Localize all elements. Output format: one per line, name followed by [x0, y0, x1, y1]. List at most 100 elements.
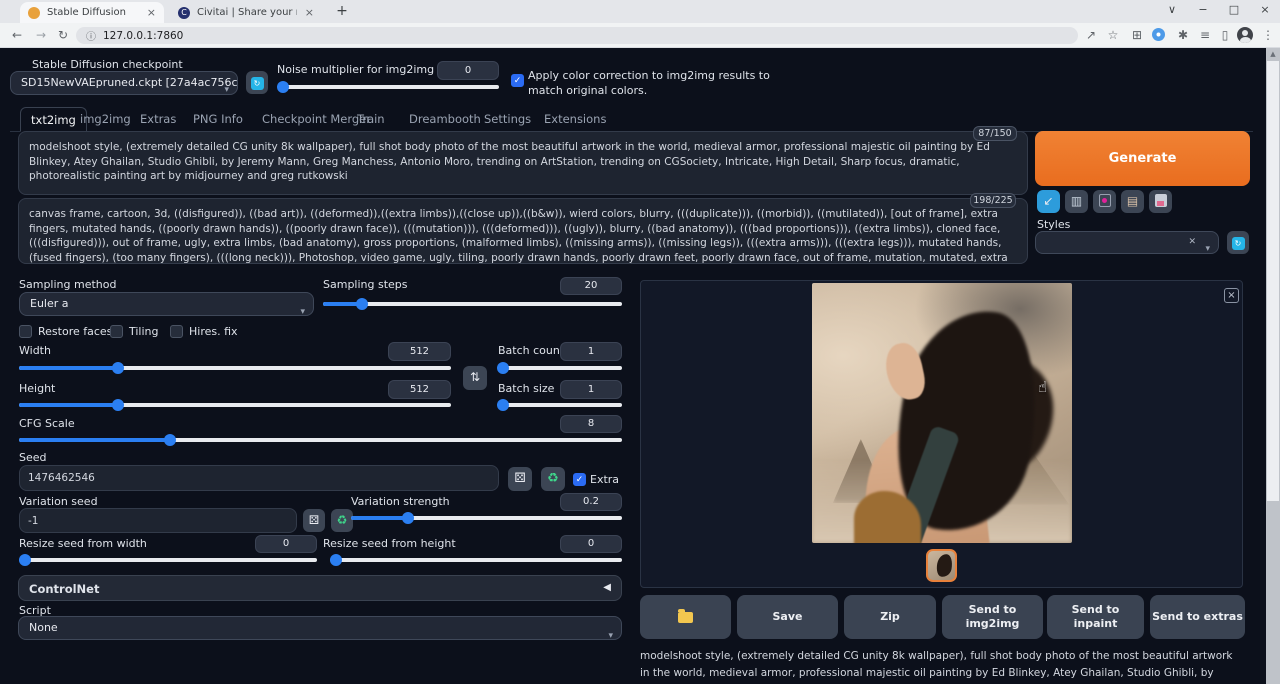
batch-count-slider[interactable] — [498, 361, 622, 375]
reuse-seed-button[interactable]: ♻ — [541, 467, 565, 491]
hires-fix-checkbox[interactable] — [170, 325, 183, 338]
browser-tab-stable-diffusion[interactable]: Stable Diffusion × — [20, 2, 164, 23]
width-value[interactable]: 512 — [388, 342, 451, 361]
browser-tab-civitai[interactable]: C Civitai | Share your models × — [170, 2, 322, 23]
negative-prompt-token-counter: 198/225 — [970, 193, 1016, 208]
apply-styles-button[interactable]: ▤ — [1121, 190, 1144, 213]
reload-icon[interactable]: ↻ — [54, 26, 72, 44]
resize-seed-height-slider[interactable] — [330, 553, 622, 567]
sampling-method-label: Sampling method — [19, 278, 116, 291]
close-preview-button[interactable]: × — [1224, 288, 1239, 303]
batch-size-value[interactable]: 1 — [560, 380, 622, 399]
url-bar[interactable]: ⓘ 127.0.0.1:7860 — [76, 27, 1078, 44]
sampling-method-value: Euler a — [30, 297, 69, 310]
window-chevron-icon[interactable]: ∨ — [1163, 3, 1181, 16]
checkpoint-dropdown[interactable]: SD15NewVAEpruned.ckpt [27a4ac756c] ▾ — [10, 71, 238, 95]
batch-count-value[interactable]: 1 — [560, 342, 622, 361]
send-to-extras-button[interactable]: Send to extras — [1150, 595, 1245, 639]
cfg-scale-value[interactable]: 8 — [560, 415, 622, 433]
clear-prompt-button[interactable]: ▥ — [1065, 190, 1088, 213]
sampling-steps-value[interactable]: 20 — [560, 277, 622, 295]
reuse-variation-seed-button[interactable]: ♻ — [331, 509, 353, 532]
gallery-thumbnail[interactable] — [926, 549, 957, 582]
swap-width-height-button[interactable]: ⇅ — [463, 366, 487, 390]
generation-info-text: modelshoot style, (extremely detailed CG… — [640, 648, 1242, 684]
window-close-button[interactable]: × — [1256, 3, 1274, 16]
styles-dropdown[interactable]: ✕ ▾ — [1035, 231, 1219, 254]
page-scrollbar[interactable]: ▲ — [1266, 48, 1280, 684]
controlnet-accordion[interactable]: ControlNet ◀ — [18, 575, 622, 601]
sampling-method-dropdown[interactable]: Euler a ▾ — [19, 292, 314, 316]
scrollbar-up-icon[interactable]: ▲ — [1266, 48, 1280, 60]
sampling-steps-slider[interactable] — [323, 297, 622, 311]
random-seed-button[interactable]: ⚄ — [508, 467, 532, 491]
variation-strength-value[interactable]: 0.2 — [560, 493, 622, 511]
paste-generation-params-button[interactable]: ↙ — [1037, 190, 1060, 213]
extension-badge-icon[interactable] — [1152, 28, 1165, 41]
tiling-checkbox[interactable] — [110, 325, 123, 338]
tab-extras[interactable]: Extras — [140, 107, 176, 132]
variation-seed-label: Variation seed — [19, 495, 98, 508]
back-icon[interactable]: ← — [8, 26, 26, 44]
refresh-styles-button[interactable]: ↻ — [1227, 231, 1249, 254]
window-maximize-button[interactable]: □ — [1225, 3, 1243, 16]
save-button[interactable]: Save — [737, 595, 838, 639]
generate-button[interactable]: Generate — [1035, 131, 1250, 186]
color-correction-checkbox[interactable]: ✓ — [511, 74, 524, 87]
reading-list-icon[interactable]: ≡ — [1196, 26, 1214, 44]
resize-seed-width-slider[interactable] — [19, 553, 317, 567]
variation-seed-input[interactable]: -1 — [19, 508, 297, 533]
site-info-icon[interactable]: ⓘ — [86, 28, 96, 43]
accordion-arrow-icon: ◀ — [603, 582, 611, 593]
extensions-icon[interactable]: ✱ — [1174, 26, 1192, 44]
batch-size-slider[interactable] — [498, 398, 622, 412]
refresh-checkpoints-button[interactable]: ↻ — [246, 71, 268, 94]
browser-menu-icon[interactable]: ⋮ — [1259, 26, 1277, 44]
bookmark-star-icon[interactable]: ☆ — [1104, 26, 1122, 44]
send-to-img2img-button[interactable]: Send to img2img — [942, 595, 1043, 639]
tab-dreambooth[interactable]: Dreambooth — [409, 107, 481, 132]
tab-img2img[interactable]: img2img — [80, 107, 131, 132]
apps-grid-icon[interactable]: ⊞ — [1128, 26, 1146, 44]
negative-prompt-textarea[interactable]: canvas frame, cartoon, 3d, ((disfigured)… — [18, 198, 1028, 264]
variation-strength-slider[interactable] — [351, 511, 622, 525]
noise-multiplier-value[interactable]: 0 — [437, 61, 499, 80]
forward-icon[interactable]: → — [32, 26, 50, 44]
height-value[interactable]: 512 — [388, 380, 451, 399]
open-output-folder-button[interactable] — [640, 595, 731, 639]
random-variation-seed-button[interactable]: ⚄ — [303, 509, 325, 532]
close-tab-icon[interactable]: × — [139, 6, 156, 19]
extra-networks-button[interactable] — [1093, 190, 1116, 213]
seed-input[interactable]: 1476462546 — [19, 465, 499, 491]
url-text: 127.0.0.1:7860 — [103, 30, 183, 42]
new-tab-button[interactable]: + — [333, 3, 351, 19]
clear-styles-icon[interactable]: ✕ — [1188, 232, 1196, 253]
tab-extensions[interactable]: Extensions — [544, 107, 606, 132]
close-tab-icon[interactable]: × — [297, 6, 314, 19]
profile-avatar[interactable] — [1237, 27, 1253, 43]
zip-button[interactable]: Zip — [844, 595, 936, 639]
height-slider[interactable] — [19, 398, 451, 412]
resize-seed-width-value[interactable]: 0 — [255, 535, 317, 553]
scrollbar-thumb[interactable] — [1267, 61, 1279, 501]
tab-checkpoint-merger[interactable]: Checkpoint Merger — [262, 107, 371, 132]
restore-faces-checkbox[interactable] — [19, 325, 32, 338]
script-dropdown[interactable]: None ▾ — [18, 616, 622, 640]
tab-settings[interactable]: Settings — [484, 107, 531, 132]
send-to-inpaint-button[interactable]: Send to inpaint — [1047, 595, 1144, 639]
tab-train[interactable]: Train — [357, 107, 385, 132]
resize-seed-height-value[interactable]: 0 — [560, 535, 622, 553]
side-panel-icon[interactable]: ▯ — [1216, 26, 1234, 44]
generated-image[interactable] — [812, 283, 1072, 543]
save-style-button[interactable] — [1149, 190, 1172, 213]
tab-png-info[interactable]: PNG Info — [193, 107, 243, 132]
cfg-scale-slider[interactable] — [19, 433, 622, 447]
variation-strength-label: Variation strength — [351, 495, 450, 508]
window-minimize-button[interactable]: − — [1194, 3, 1212, 16]
width-slider[interactable] — [19, 361, 451, 375]
noise-multiplier-slider[interactable] — [281, 80, 499, 94]
prompt-textarea[interactable]: modelshoot style, (extremely detailed CG… — [18, 131, 1028, 195]
share-icon[interactable]: ↗ — [1082, 26, 1100, 44]
extra-seed-checkbox[interactable]: ✓ — [573, 473, 586, 486]
tab-txt2img[interactable]: txt2img — [20, 107, 87, 132]
